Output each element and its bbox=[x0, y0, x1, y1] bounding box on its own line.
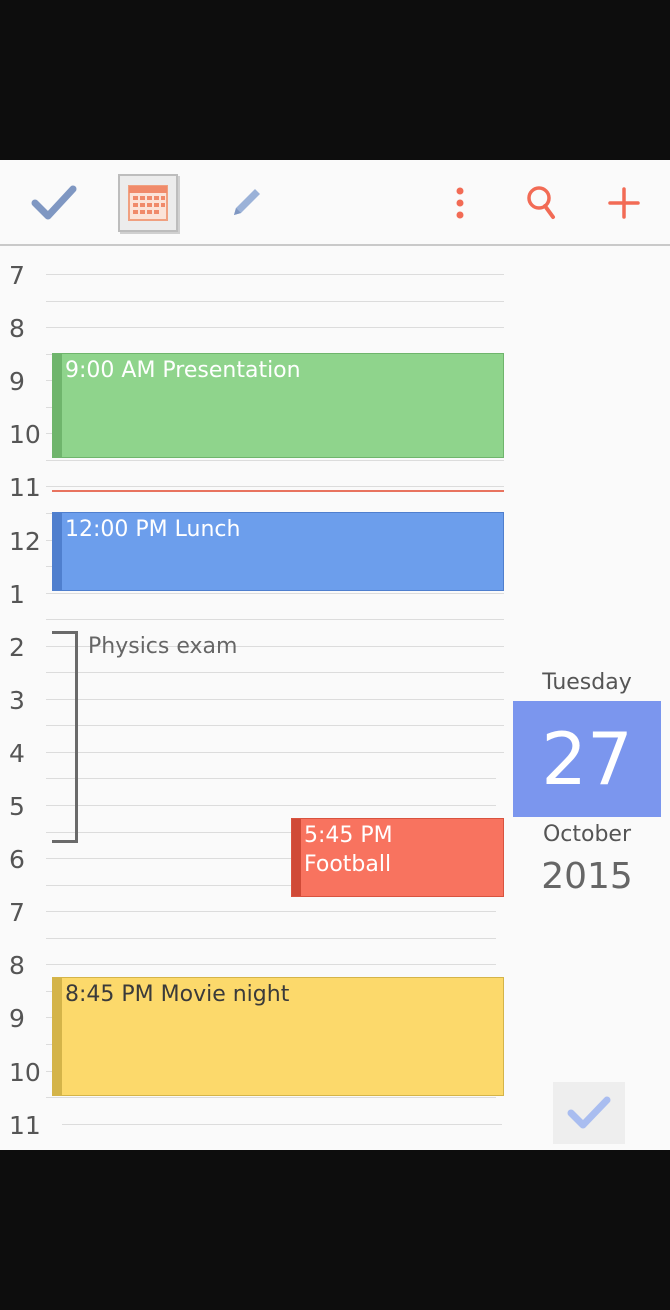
calendar-app: 7 8 9 10 11 12 1 2 3 4 5 6 7 8 9 10 11 9:00 AM Presentat… bbox=[0, 160, 670, 1150]
hour-label: 2 bbox=[9, 632, 25, 662]
time-gridline bbox=[46, 698, 504, 700]
time-gridline bbox=[46, 937, 496, 939]
month-label: October bbox=[542, 822, 632, 847]
event-label: 9:00 AM Presentation bbox=[65, 358, 301, 383]
plus-icon bbox=[608, 187, 640, 219]
time-gridline bbox=[46, 911, 496, 913]
search-button[interactable] bbox=[502, 160, 582, 246]
day-timeline[interactable]: 7 8 9 10 11 12 1 2 3 4 5 6 7 8 9 10 11 9:00 AM Presentat… bbox=[0, 246, 670, 1150]
event-label: 12:00 PM Lunch bbox=[65, 517, 241, 542]
time-gridline bbox=[62, 1123, 502, 1125]
done-button[interactable] bbox=[553, 1082, 625, 1144]
time-gridline bbox=[46, 486, 504, 488]
time-gridline bbox=[46, 778, 496, 780]
hour-label: 11 bbox=[9, 473, 41, 503]
hour-label: 7 bbox=[9, 898, 25, 928]
time-gridline bbox=[46, 751, 504, 753]
time-gridline bbox=[46, 327, 504, 329]
time-gridline bbox=[46, 725, 504, 727]
hour-label: 3 bbox=[9, 685, 25, 715]
calendar-icon bbox=[118, 174, 178, 232]
event-label: 5:45 PM Football bbox=[304, 823, 393, 877]
hour-label: 1 bbox=[9, 579, 25, 609]
time-gridline bbox=[46, 805, 496, 806]
hour-label: 12 bbox=[9, 526, 41, 556]
weekday-label: Tuesday bbox=[542, 670, 632, 695]
all-day-range-label[interactable]: Physics exam bbox=[88, 634, 237, 659]
hour-label: 9 bbox=[9, 1004, 25, 1034]
more-vert-icon bbox=[456, 187, 464, 219]
hour-label: 7 bbox=[9, 261, 25, 290]
hour-label: 9 bbox=[9, 367, 25, 397]
calendar-view-button[interactable] bbox=[108, 160, 188, 246]
overflow-menu-button[interactable] bbox=[420, 160, 500, 246]
hour-label: 4 bbox=[9, 738, 25, 768]
check-icon bbox=[31, 185, 77, 220]
time-gridline bbox=[46, 300, 504, 302]
hour-label: 10 bbox=[9, 1057, 41, 1087]
tasks-button[interactable] bbox=[14, 160, 94, 246]
hour-label: 8 bbox=[9, 951, 25, 981]
event-movie-night[interactable]: 8:45 PM Movie night bbox=[52, 977, 504, 1096]
all-day-range-bracket[interactable] bbox=[52, 631, 78, 843]
time-gridline bbox=[46, 964, 496, 966]
time-gridline bbox=[46, 274, 504, 275]
event-presentation[interactable]: 9:00 AM Presentation bbox=[52, 353, 504, 458]
check-icon bbox=[567, 1096, 611, 1129]
hour-label: 8 bbox=[9, 314, 25, 344]
edit-button[interactable] bbox=[206, 160, 286, 246]
add-event-button[interactable] bbox=[584, 160, 664, 246]
current-time-indicator bbox=[52, 490, 504, 492]
hour-label: 6 bbox=[9, 845, 25, 875]
time-gridline bbox=[46, 592, 504, 594]
pencil-icon bbox=[234, 189, 260, 215]
search-icon bbox=[527, 186, 555, 219]
event-football[interactable]: 5:45 PM Football bbox=[291, 818, 504, 897]
hour-label: 5 bbox=[9, 792, 25, 821]
time-gridline bbox=[46, 1097, 496, 1099]
event-lunch[interactable]: 12:00 PM Lunch bbox=[52, 512, 504, 591]
time-gridline bbox=[46, 459, 504, 461]
event-label: 8:45 PM Movie night bbox=[65, 982, 290, 1007]
time-gridline bbox=[46, 619, 504, 621]
time-gridline bbox=[46, 672, 504, 674]
selected-date-badge[interactable]: 27 bbox=[513, 701, 661, 817]
hour-label: 10 bbox=[9, 420, 41, 450]
toolbar bbox=[0, 160, 670, 246]
hour-label: 11 bbox=[9, 1110, 41, 1140]
year-label: 2015 bbox=[541, 856, 633, 897]
